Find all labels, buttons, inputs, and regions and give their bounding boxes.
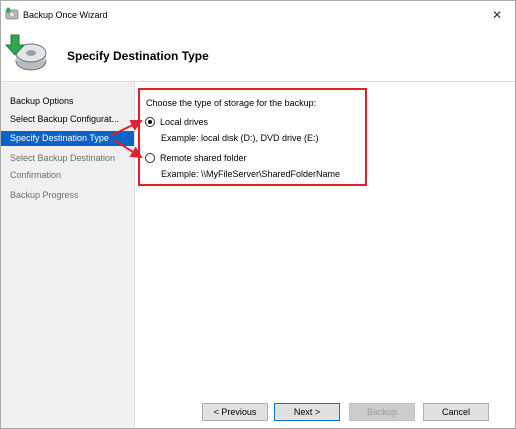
page-title: Specify Destination Type (67, 49, 209, 63)
local-drives-label[interactable]: Local drives (160, 116, 208, 128)
storage-type-prompt: Choose the type of storage for the backu… (146, 98, 317, 108)
wizard-steps-sidebar: Backup Options Select Backup Configurat.… (1, 82, 135, 428)
sidebar-item-backup-progress: Backup Progress (10, 190, 79, 200)
next-button[interactable]: Next > (274, 403, 340, 421)
remote-shared-folder-radio[interactable] (145, 153, 155, 163)
sidebar-item-specify-destination-type[interactable]: Specify Destination Type (1, 131, 134, 146)
sidebar-item-select-backup-configuration[interactable]: Select Backup Configurat... (1, 112, 134, 127)
sidebar-item-backup-options[interactable]: Backup Options (1, 94, 134, 109)
backup-button: Backup (349, 403, 415, 421)
window-title: Backup Once Wizard (23, 10, 108, 20)
title-bar[interactable]: Backup Once Wizard ✕ (1, 1, 515, 29)
wizard-window: Backup Once Wizard ✕ Specify Destination… (0, 0, 516, 429)
local-drives-radio[interactable] (145, 117, 155, 127)
backup-disk-icon (5, 34, 47, 71)
close-icon: ✕ (491, 8, 503, 22)
previous-button[interactable]: < Previous (202, 403, 268, 421)
cancel-button[interactable]: Cancel (423, 403, 489, 421)
sidebar-item-select-backup-destination: Select Backup Destination (10, 153, 116, 163)
local-drives-example: Example: local disk (D:), DVD drive (E:) (161, 133, 319, 143)
wizard-header: Specify Destination Type (1, 29, 515, 82)
sidebar-item-confirmation: Confirmation (10, 170, 62, 180)
close-button[interactable]: ✕ (483, 4, 511, 26)
remote-shared-folder-label[interactable]: Remote shared folder (160, 152, 247, 164)
backup-wizard-icon (5, 7, 19, 20)
remote-shared-folder-example: Example: \\MyFileServer\SharedFolderName (161, 169, 341, 179)
